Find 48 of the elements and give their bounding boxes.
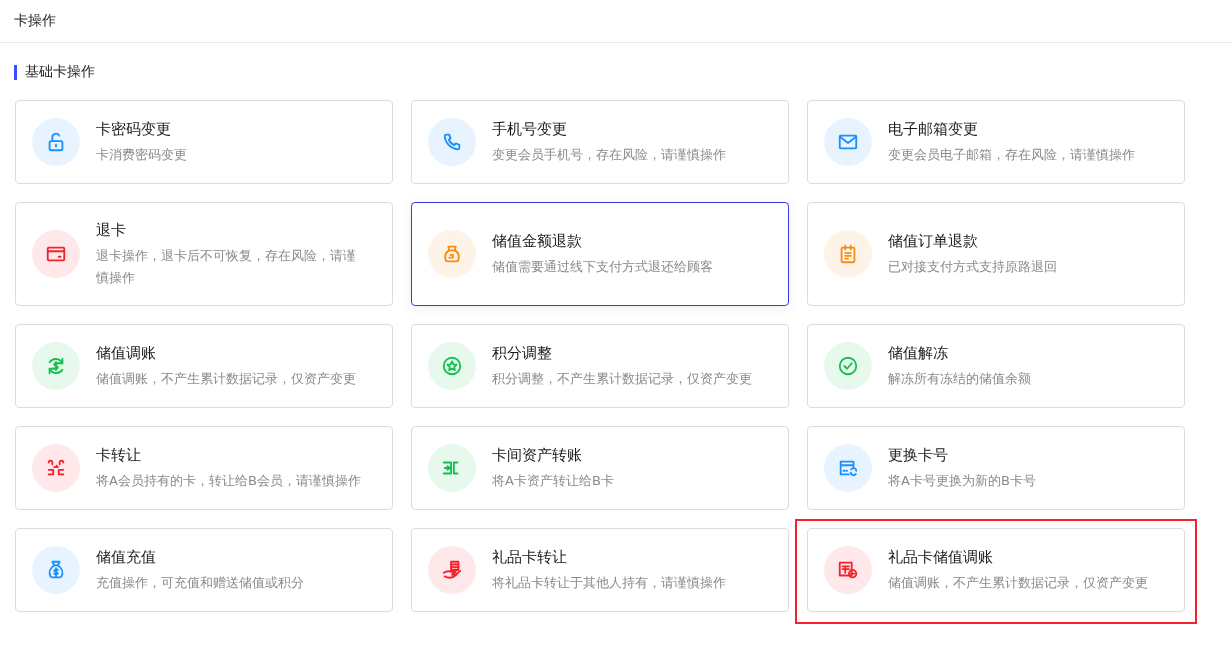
card-title: 积分调整 [492,343,553,364]
operation-card[interactable]: 退卡 退卡操作，退卡后不可恢复，存在风险，请谨慎操作 [15,202,393,306]
section-marker [14,64,17,80]
card-description: 储值调账，不产生累计数据记录，仅资产变更 [96,370,356,388]
card-description: 将A会员持有的卡，转让给B会员，请谨慎操作 [96,472,361,490]
card-description: 退卡操作，退卡后不可恢复，存在风险，请谨慎操作 [96,247,357,287]
card-description: 变更会员电子邮箱，存在风险，请谨慎操作 [888,146,1135,164]
card-description: 充值操作，可充值和赠送储值或积分 [96,574,304,592]
card-title: 储值订单退款 [888,231,979,252]
operation-card[interactable]: 储值解冻 解冻所有冻结的储值余额 [807,324,1185,408]
card-description: 解冻所有冻结的储值余额 [888,370,1031,388]
operation-card[interactable]: 卡密码变更 卡消费密码变更 [15,100,393,184]
operation-card[interactable]: 积分调整 积分调整，不产生累计数据记录，仅资产变更 [411,324,789,408]
card-title: 卡间资产转账 [492,445,583,466]
card-title: 礼品卡储值调账 [888,547,994,568]
operation-card[interactable]: 手机号变更 变更会员手机号，存在风险，请谨慎操作 [411,100,789,184]
card-title: 储值金额退款 [492,231,583,252]
card-title: 卡密码变更 [96,119,172,140]
card-title: 储值充值 [96,547,157,568]
card-description: 储值需要通过线下支付方式退还给顾客 [492,258,713,276]
card-title: 储值解冻 [888,343,949,364]
operation-card[interactable]: 更换卡号 将A卡号更换为新的B卡号 [807,426,1185,510]
card-title: 退卡 [96,220,127,241]
card-title: 手机号变更 [492,119,568,140]
card-title: 礼品卡转让 [492,547,568,568]
card-description: 将礼品卡转让于其他人持有，请谨慎操作 [492,574,726,592]
operation-card[interactable]: 电子邮箱变更 变更会员电子邮箱，存在风险，请谨慎操作 [807,100,1185,184]
card-description: 已对接支付方式支持原路退回 [888,258,1057,276]
card-title: 更换卡号 [888,445,949,466]
operation-card[interactable]: 礼品卡储值调账 储值调账，不产生累计数据记录，仅资产变更 [807,528,1185,612]
card-title: 电子邮箱变更 [888,119,979,140]
section-title: 基础卡操作 [25,63,95,81]
card-description: 储值调账，不产生累计数据记录，仅资产变更 [888,574,1148,592]
card-description: 变更会员手机号，存在风险，请谨慎操作 [492,146,726,164]
page-title: 卡操作 [14,12,56,30]
card-description: 将A卡资产转让给B卡 [492,472,614,490]
operation-card[interactable]: 储值金额退款 储值需要通过线下支付方式退还给顾客 [411,202,789,306]
card-description: 卡消费密码变更 [96,146,187,164]
operation-card[interactable]: 卡转让 将A会员持有的卡，转让给B会员，请谨慎操作 [15,426,393,510]
operation-card[interactable]: 储值调账 储值调账，不产生累计数据记录，仅资产变更 [15,324,393,408]
card-description: 积分调整，不产生累计数据记录，仅资产变更 [492,370,752,388]
card-description: 将A卡号更换为新的B卡号 [888,472,1036,490]
operation-card[interactable]: 礼品卡转让 将礼品卡转让于其他人持有，请谨慎操作 [411,528,789,612]
operation-card[interactable]: 储值订单退款 已对接支付方式支持原路退回 [807,202,1185,306]
card-title: 储值调账 [96,343,157,364]
operation-card[interactable]: 卡间资产转账 将A卡资产转让给B卡 [411,426,789,510]
card-title: 卡转让 [96,445,142,466]
operation-card[interactable]: 储值充值 充值操作，可充值和赠送储值或积分 [15,528,393,612]
